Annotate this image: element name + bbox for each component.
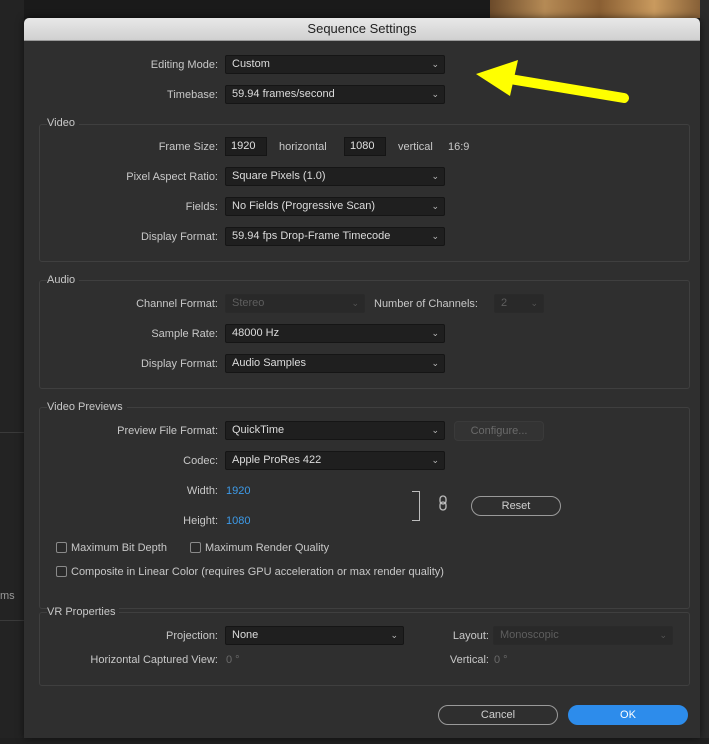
aspect-ratio-text: 16:9: [448, 141, 470, 153]
fields-value: No Fields (Progressive Scan): [232, 200, 376, 212]
chevron-down-icon: ⌄: [530, 298, 538, 308]
cancel-button[interactable]: Cancel: [438, 705, 558, 725]
chevron-down-icon: ⌄: [431, 425, 439, 435]
chevron-down-icon: ⌄: [431, 455, 439, 465]
annotation-arrow-icon: [476, 60, 629, 103]
preview-file-format-value: QuickTime: [232, 424, 285, 436]
codec-value: Apple ProRes 422: [232, 454, 322, 466]
frame-size-label: Frame Size:: [158, 141, 218, 153]
vr-properties-section-title: VR Properties: [47, 606, 120, 618]
chevron-down-icon: ⌄: [431, 89, 439, 99]
chevron-down-icon: ⌄: [431, 328, 439, 338]
projection-value: None: [232, 629, 259, 641]
chevron-down-icon: ⌄: [351, 298, 359, 308]
chevron-down-icon: ⌄: [431, 201, 439, 211]
background-panel-left: ms: [0, 0, 24, 744]
link-bracket: [412, 491, 420, 521]
frame-width-input[interactable]: 1920: [225, 137, 267, 156]
codec-label: Codec:: [183, 455, 218, 467]
chevron-down-icon: ⌄: [390, 630, 398, 640]
pixel-aspect-ratio-value: Square Pixels (1.0): [232, 170, 326, 182]
fields-label: Fields:: [185, 201, 218, 213]
video-display-format-value: 59.94 fps Drop-Frame Timecode: [232, 230, 391, 242]
audio-display-format-value: Audio Samples: [232, 357, 306, 369]
max-render-quality-checkbox[interactable]: [190, 542, 201, 553]
chevron-down-icon: ⌄: [659, 630, 667, 640]
channel-format-value: Stereo: [232, 297, 265, 309]
chevron-down-icon: ⌄: [431, 59, 439, 69]
editing-mode-label: Editing Mode:: [150, 59, 218, 71]
codec-dropdown[interactable]: Apple ProRes 422 ⌄: [225, 451, 445, 470]
fields-dropdown[interactable]: No Fields (Progressive Scan) ⌄: [225, 197, 445, 216]
preview-height-value[interactable]: 1080: [226, 515, 250, 527]
linear-color-checkbox[interactable]: [56, 566, 67, 577]
background-panel-right: [700, 0, 709, 744]
frame-height-input[interactable]: 1080: [344, 137, 386, 156]
channel-format-label: Channel Format:: [136, 298, 218, 310]
num-channels-label: Number of Channels:: [374, 298, 478, 310]
preview-height-label: Height:: [183, 515, 218, 527]
max-bit-depth-checkbox[interactable]: [56, 542, 67, 553]
background-text: ms: [0, 590, 15, 602]
vr-properties-section: [39, 612, 690, 686]
audio-display-format-label: Display Format:: [140, 358, 218, 370]
editing-mode-dropdown[interactable]: Custom ⌄: [225, 55, 445, 74]
channel-format-dropdown[interactable]: Stereo ⌄: [225, 294, 365, 313]
video-display-format-dropdown[interactable]: 59.94 fps Drop-Frame Timecode ⌄: [225, 227, 445, 246]
horizontal-captured-view-value: 0 °: [226, 654, 240, 666]
chevron-down-icon: ⌄: [431, 358, 439, 368]
preview-file-format-dropdown[interactable]: QuickTime ⌄: [225, 421, 445, 440]
video-previews-section-title: Video Previews: [47, 401, 127, 413]
chain-link-icon[interactable]: [438, 495, 448, 511]
reset-button[interactable]: Reset: [471, 496, 561, 516]
layout-label: Layout:: [452, 630, 489, 642]
preview-width-label: Width:: [186, 485, 218, 497]
ok-button[interactable]: OK: [568, 705, 688, 725]
timebase-dropdown[interactable]: 59.94 frames/second ⌄: [225, 85, 445, 104]
background-panel-bottom: [0, 738, 709, 744]
vr-vertical-value: 0 °: [494, 654, 508, 666]
sample-rate-dropdown[interactable]: 48000 Hz ⌄: [225, 324, 445, 343]
linear-color-label: Composite in Linear Color (requires GPU …: [71, 566, 444, 578]
sample-rate-label: Sample Rate:: [151, 328, 218, 340]
num-channels-value: 2: [501, 297, 508, 309]
sample-rate-value: 48000 Hz: [232, 327, 280, 339]
num-channels-dropdown[interactable]: 2 ⌄: [494, 294, 544, 313]
chevron-down-icon: ⌄: [431, 231, 439, 241]
horizontal-captured-view-label: Horizontal Captured View:: [90, 654, 218, 666]
audio-section-title: Audio: [47, 274, 80, 286]
dialog-title: Sequence Settings: [24, 18, 700, 41]
vr-vertical-label: Vertical:: [449, 654, 489, 666]
chevron-down-icon: ⌄: [431, 171, 439, 181]
projection-dropdown[interactable]: None ⌄: [225, 626, 404, 645]
layout-value: Monoscopic: [500, 629, 559, 641]
audio-display-format-dropdown[interactable]: Audio Samples ⌄: [225, 354, 445, 373]
pixel-aspect-ratio-dropdown[interactable]: Square Pixels (1.0) ⌄: [225, 167, 445, 186]
video-section-title: Video: [47, 117, 79, 129]
preview-width-value[interactable]: 1920: [226, 485, 250, 497]
horizontal-label: horizontal: [279, 141, 327, 153]
background-photo: [490, 0, 709, 18]
timebase-label: Timebase:: [167, 89, 218, 101]
preview-file-format-label: Preview File Format:: [117, 425, 218, 437]
max-bit-depth-label: Maximum Bit Depth: [71, 542, 167, 554]
max-render-quality-label: Maximum Render Quality: [205, 542, 330, 554]
configure-button[interactable]: Configure...: [454, 421, 544, 441]
sequence-settings-dialog: Sequence Settings Editing Mode: Custom ⌄…: [24, 18, 700, 738]
pixel-aspect-ratio-label: Pixel Aspect Ratio:: [126, 171, 218, 183]
vertical-label: vertical: [398, 141, 433, 153]
video-display-format-label: Display Format:: [140, 231, 218, 243]
projection-label: Projection:: [166, 630, 218, 642]
layout-dropdown[interactable]: Monoscopic ⌄: [493, 626, 673, 645]
editing-mode-value: Custom: [232, 58, 270, 70]
timebase-value: 59.94 frames/second: [232, 88, 335, 100]
